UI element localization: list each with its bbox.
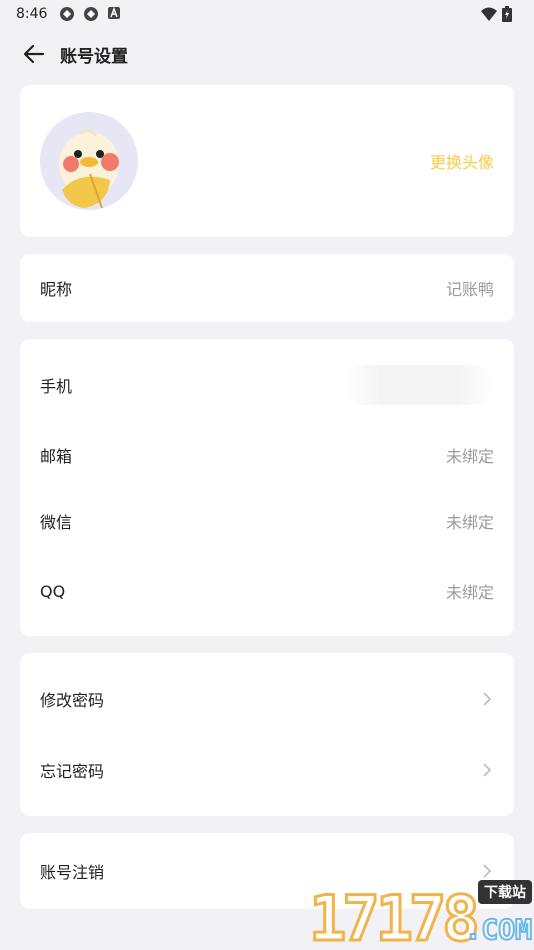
chevron-right-icon xyxy=(482,691,494,707)
status-bar: 8:46 xyxy=(0,0,534,28)
forgot-password-row[interactable]: 忘记密码 xyxy=(20,740,514,800)
battery-icon xyxy=(502,6,518,22)
chevron-right-icon xyxy=(482,762,494,778)
phone-label: 手机 xyxy=(40,377,73,396)
forgot-password-label: 忘记密码 xyxy=(40,762,105,781)
wifi-icon xyxy=(480,6,497,22)
phone-row[interactable]: 手机 xyxy=(20,355,514,415)
watermark-digits: 17178 xyxy=(308,882,482,950)
watermark-suffix: .COM xyxy=(464,912,533,947)
nickname-value: 记账鸭 xyxy=(445,280,494,299)
avatar[interactable] xyxy=(40,112,138,210)
change-password-row[interactable]: 修改密码 xyxy=(20,669,514,729)
nickname-label: 昵称 xyxy=(40,280,73,299)
avatar-card: 更换头像 xyxy=(20,85,514,237)
bindings-card: 手机 邮箱 未绑定 微信 未绑定 QQ 未绑定 xyxy=(20,339,514,636)
nav-bar: 账号设置 xyxy=(0,36,534,72)
change-password-label: 修改密码 xyxy=(40,691,105,710)
chevron-right-icon xyxy=(482,863,494,879)
wechat-label: 微信 xyxy=(40,513,73,532)
password-card: 修改密码 忘记密码 xyxy=(20,653,514,816)
qq-label: QQ xyxy=(40,581,66,601)
status-time: 8:46 xyxy=(16,6,48,22)
nickname-row[interactable]: 昵称 记账鸭 xyxy=(20,258,514,318)
duck-avatar-icon xyxy=(40,112,138,210)
qq-value: 未绑定 xyxy=(445,583,494,602)
site-watermark: 17178 下载站 .COM xyxy=(308,880,534,950)
qq-row[interactable]: QQ 未绑定 xyxy=(20,561,514,621)
email-label: 邮箱 xyxy=(40,447,73,466)
wechat-row[interactable]: 微信 未绑定 xyxy=(20,491,514,551)
sync-icon xyxy=(59,6,75,22)
sync-icon xyxy=(83,6,99,22)
font-app-icon xyxy=(107,6,123,22)
phone-value-redacted xyxy=(344,365,494,405)
watermark-badge: 下载站 xyxy=(478,880,532,904)
nickname-card: 昵称 记账鸭 xyxy=(20,254,514,322)
back-button[interactable] xyxy=(20,40,48,68)
email-value: 未绑定 xyxy=(445,447,494,466)
delete-account-label: 账号注销 xyxy=(40,863,105,882)
email-row[interactable]: 邮箱 未绑定 xyxy=(20,425,514,485)
page-title: 账号设置 xyxy=(60,46,128,67)
change-avatar-button[interactable]: 更换头像 xyxy=(430,149,494,173)
back-arrow-icon xyxy=(23,44,45,64)
wechat-value: 未绑定 xyxy=(445,513,494,532)
